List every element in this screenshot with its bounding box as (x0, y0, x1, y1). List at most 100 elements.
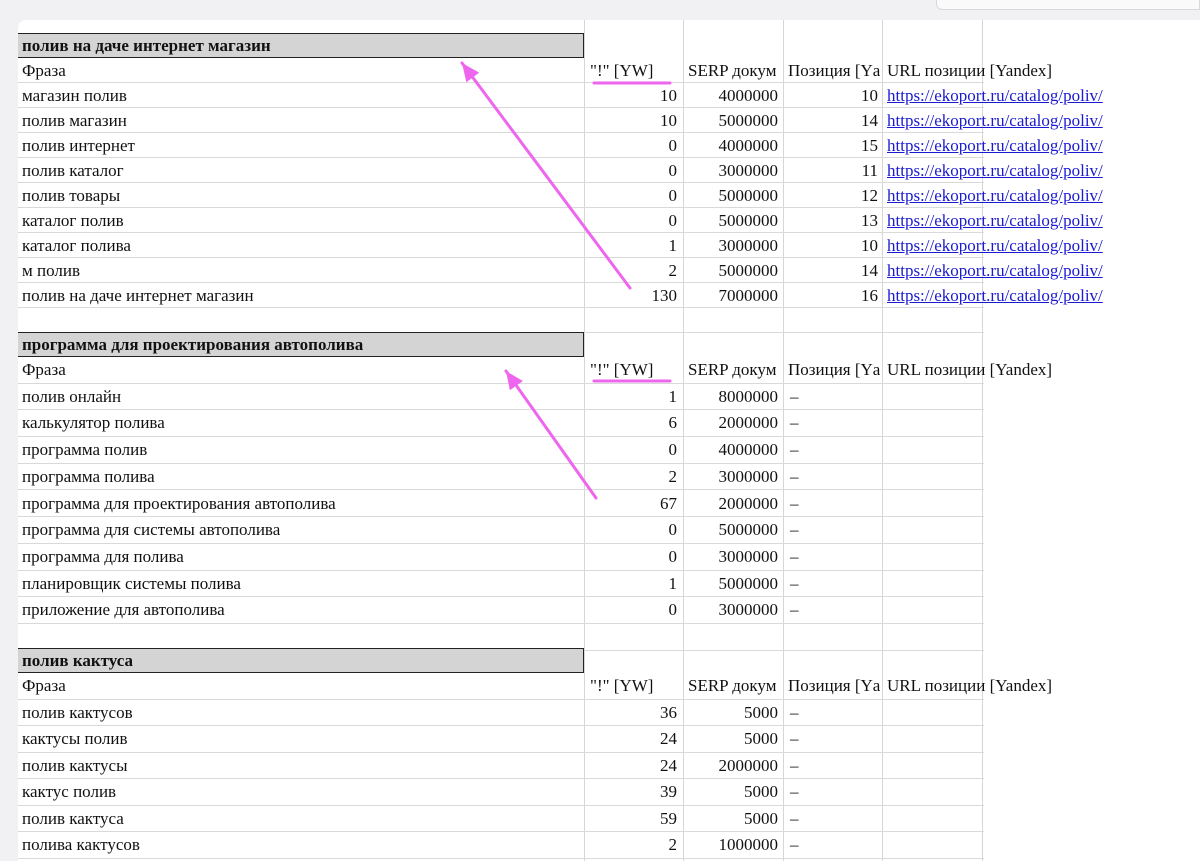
column-header[interactable]: Фраза (22, 357, 582, 383)
phrase-cell[interactable]: программа полив (22, 437, 582, 463)
url-cell[interactable]: https://ekoport.ru/catalog/poliv/ (884, 283, 1184, 307)
yw-cell[interactable]: 0 (588, 437, 680, 463)
position-cell[interactable]: 15 (784, 133, 882, 157)
phrase-cell[interactable]: программа для полива (22, 544, 582, 570)
yw-cell[interactable]: 39 (588, 779, 680, 805)
phrase-cell[interactable]: магазин полив (22, 83, 582, 107)
phrase-cell[interactable]: м полив (22, 258, 582, 282)
serp-cell[interactable]: 3000000 (685, 233, 781, 257)
position-cell[interactable]: 16 (784, 283, 882, 307)
url-cell[interactable]: https://ekoport.ru/catalog/poliv/ (884, 258, 1184, 282)
position-cell[interactable]: – (784, 597, 882, 623)
url-cell[interactable]: https://ekoport.ru/catalog/poliv/ (884, 183, 1184, 207)
position-cell[interactable]: 14 (784, 258, 882, 282)
yw-cell[interactable]: 0 (588, 183, 680, 207)
serp-cell[interactable]: 4000000 (685, 133, 781, 157)
phrase-cell[interactable]: полив товары (22, 183, 582, 207)
section-title[interactable]: программа для проектирования автополива (18, 332, 584, 357)
phrase-cell[interactable]: полив магазин (22, 108, 582, 132)
serp-cell[interactable]: 3000000 (685, 597, 781, 623)
phrase-cell[interactable]: кактусы полив (22, 726, 582, 752)
serp-cell[interactable]: 5000000 (685, 208, 781, 232)
yw-cell[interactable]: 24 (588, 726, 680, 752)
phrase-cell[interactable]: планировщик системы полива (22, 571, 582, 597)
yw-cell[interactable]: 0 (588, 133, 680, 157)
column-header[interactable]: URL позиции [Yandex] (884, 58, 1184, 82)
url-link[interactable]: https://ekoport.ru/catalog/poliv/ (887, 161, 1103, 180)
serp-cell[interactable]: 5000000 (685, 517, 781, 543)
url-cell[interactable]: https://ekoport.ru/catalog/poliv/ (884, 83, 1184, 107)
url-cell[interactable]: https://ekoport.ru/catalog/poliv/ (884, 233, 1184, 257)
position-cell[interactable]: – (784, 753, 882, 779)
position-cell[interactable]: – (784, 437, 882, 463)
position-cell[interactable]: – (784, 464, 882, 490)
column-header[interactable]: Фраза (22, 58, 582, 82)
serp-cell[interactable]: 5000000 (685, 108, 781, 132)
serp-cell[interactable]: 3000000 (685, 158, 781, 182)
column-header[interactable]: Позиция [Yа (784, 673, 882, 699)
serp-cell[interactable]: 5000 (685, 700, 781, 726)
url-link[interactable]: https://ekoport.ru/catalog/poliv/ (887, 286, 1103, 305)
position-cell[interactable]: 10 (784, 83, 882, 107)
yw-cell[interactable]: 0 (588, 158, 680, 182)
serp-cell[interactable]: 3000000 (685, 544, 781, 570)
yw-cell[interactable]: 2 (588, 832, 680, 858)
position-cell[interactable]: – (784, 700, 882, 726)
url-cell[interactable]: https://ekoport.ru/catalog/poliv/ (884, 108, 1184, 132)
phrase-cell[interactable]: полив кактуса (22, 806, 582, 832)
yw-cell[interactable]: 2 (588, 464, 680, 490)
phrase-cell[interactable]: полив кактусы (22, 753, 582, 779)
position-cell[interactable]: – (784, 832, 882, 858)
position-cell[interactable]: – (784, 806, 882, 832)
url-link[interactable]: https://ekoport.ru/catalog/poliv/ (887, 236, 1103, 255)
url-cell[interactable]: https://ekoport.ru/catalog/poliv/ (884, 208, 1184, 232)
column-header[interactable]: URL позиции [Yandex] (884, 673, 1184, 699)
position-cell[interactable]: – (784, 491, 882, 517)
phrase-cell[interactable]: полив каталог (22, 158, 582, 182)
url-link[interactable]: https://ekoport.ru/catalog/poliv/ (887, 86, 1103, 105)
serp-cell[interactable]: 4000000 (685, 437, 781, 463)
position-cell[interactable]: 13 (784, 208, 882, 232)
yw-cell[interactable]: 24 (588, 753, 680, 779)
phrase-cell[interactable]: полив на даче интернет магазин (22, 283, 582, 307)
spreadsheet[interactable]: полив на даче интернет магазин Фраза "!" [… (18, 20, 1200, 861)
column-header[interactable]: "!" [YW] (588, 357, 680, 383)
yw-cell[interactable]: 0 (588, 208, 680, 232)
position-cell[interactable]: – (784, 517, 882, 543)
yw-cell[interactable]: 0 (588, 544, 680, 570)
phrase-cell[interactable]: программа для системы автополива (22, 517, 582, 543)
url-link[interactable]: https://ekoport.ru/catalog/poliv/ (887, 261, 1103, 280)
position-cell[interactable]: – (784, 544, 882, 570)
position-cell[interactable]: – (784, 726, 882, 752)
position-cell[interactable]: 14 (784, 108, 882, 132)
phrase-cell[interactable]: полив кактусов (22, 700, 582, 726)
column-header[interactable]: "!" [YW] (588, 58, 680, 82)
column-header[interactable]: SERP докум (685, 357, 781, 383)
serp-cell[interactable]: 7000000 (685, 283, 781, 307)
serp-cell[interactable]: 2000000 (685, 753, 781, 779)
phrase-cell[interactable]: полив интернет (22, 133, 582, 157)
url-link[interactable]: https://ekoport.ru/catalog/poliv/ (887, 136, 1103, 155)
yw-cell[interactable]: 0 (588, 597, 680, 623)
column-header[interactable]: Позиция [Yа (784, 357, 882, 383)
column-header[interactable]: Позиция [Yа (784, 58, 882, 82)
phrase-cell[interactable]: калькулятор полива (22, 410, 582, 436)
position-cell[interactable]: – (784, 384, 882, 410)
yw-cell[interactable]: 10 (588, 108, 680, 132)
yw-cell[interactable]: 6 (588, 410, 680, 436)
column-header[interactable]: "!" [YW] (588, 673, 680, 699)
phrase-cell[interactable]: кактус полив (22, 779, 582, 805)
column-header[interactable]: URL позиции [Yandex] (884, 357, 1184, 383)
phrase-cell[interactable]: полива кактусов (22, 832, 582, 858)
yw-cell[interactable]: 0 (588, 517, 680, 543)
empty-row[interactable] (18, 624, 984, 651)
yw-cell[interactable]: 1 (588, 384, 680, 410)
section-title[interactable]: полив кактуса (18, 648, 584, 673)
serp-cell[interactable]: 4000000 (685, 83, 781, 107)
serp-cell[interactable]: 5000000 (685, 258, 781, 282)
yw-cell[interactable]: 1 (588, 233, 680, 257)
url-link[interactable]: https://ekoport.ru/catalog/poliv/ (887, 186, 1103, 205)
column-header[interactable]: SERP докум (685, 58, 781, 82)
position-cell[interactable]: 10 (784, 233, 882, 257)
url-cell[interactable]: https://ekoport.ru/catalog/poliv/ (884, 158, 1184, 182)
